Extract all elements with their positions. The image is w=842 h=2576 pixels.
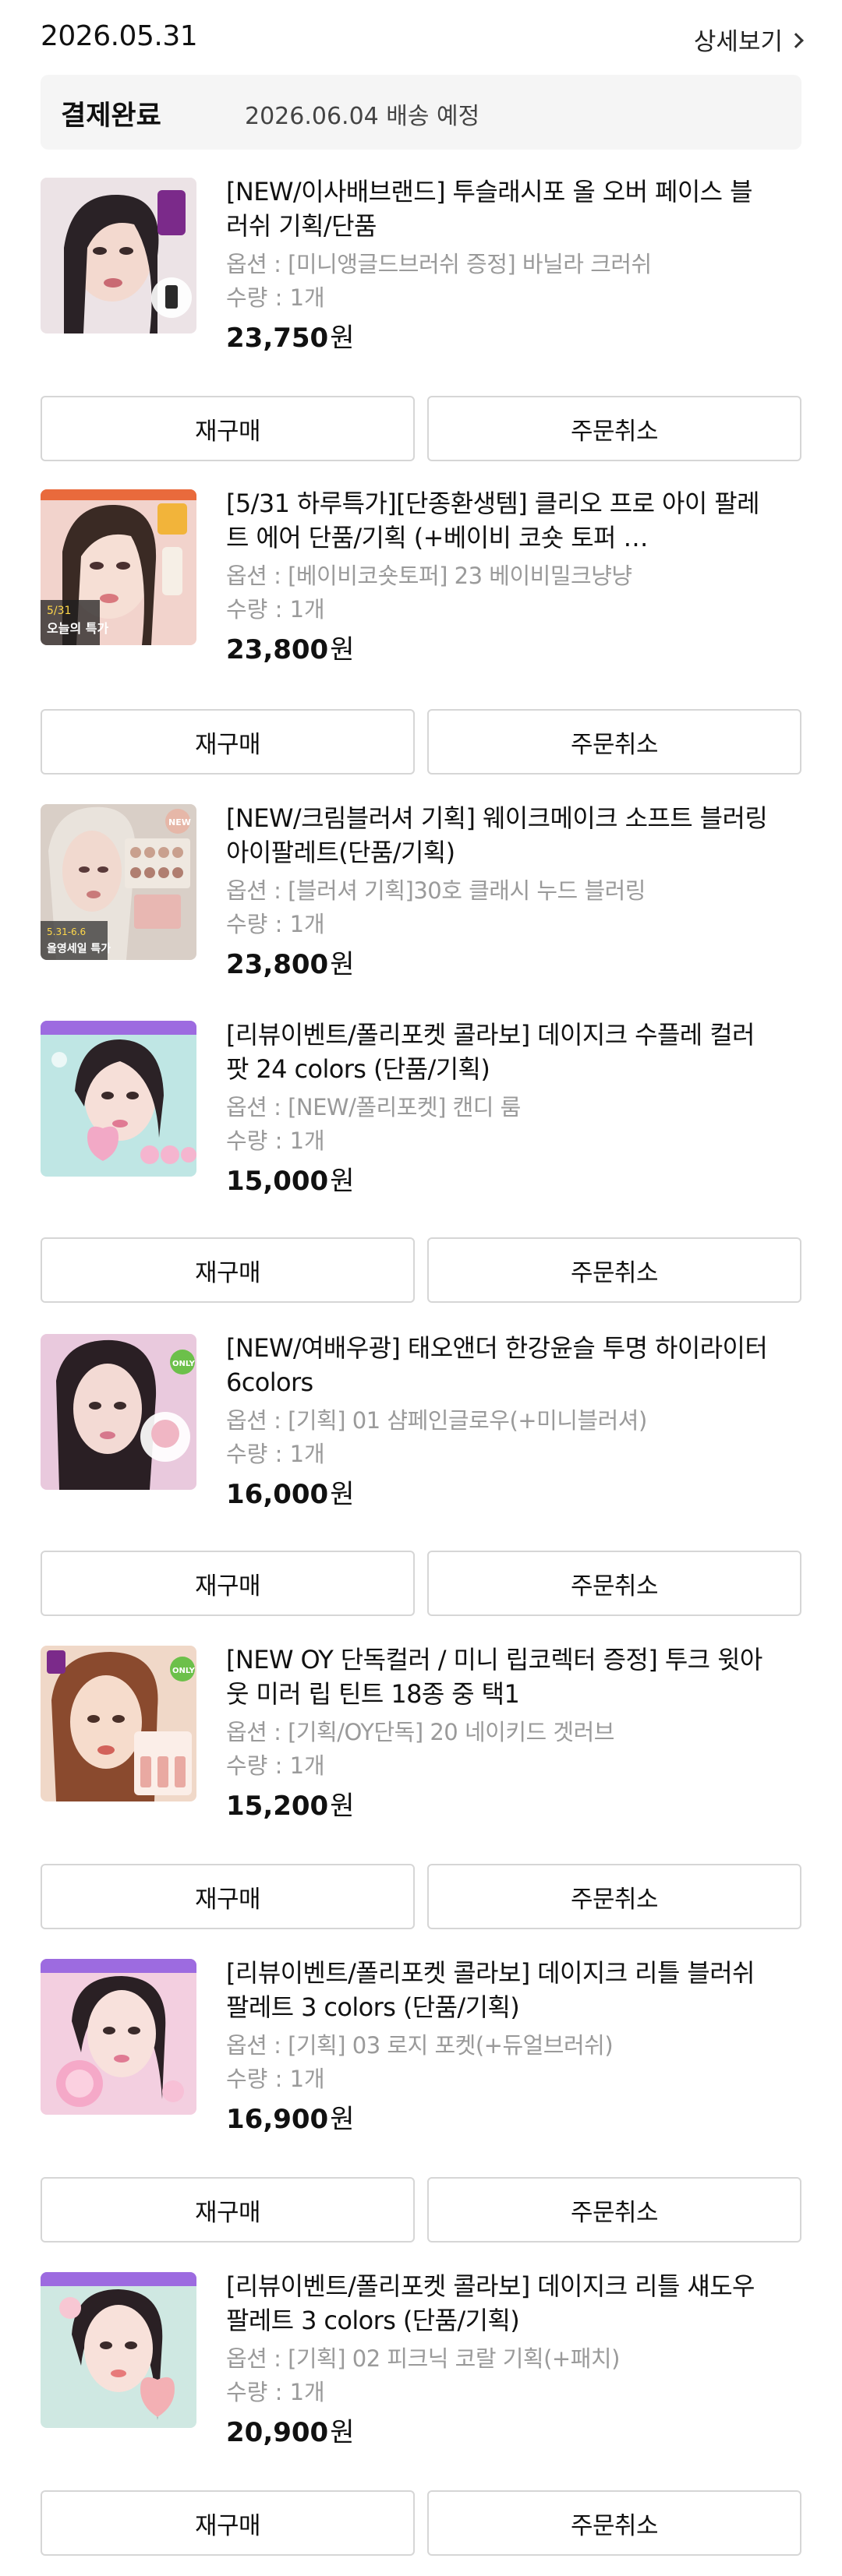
item-action-row: 재구매 주문취소 (41, 709, 801, 775)
product-title[interactable]: [NEW OY 단독컬러 / 미니 립코렉터 증정] 투크 윗아웃 미러 립 틴… (226, 1643, 772, 1711)
reorder-button[interactable]: 재구매 (41, 709, 415, 775)
thumb-badge-text: 오늘의 특가 (47, 621, 108, 636)
product-option: 옵션 : [베이비코숏토퍼] 23 베이비밀크냥냥 (226, 563, 632, 589)
product-price: 15,000원 (226, 1166, 355, 1197)
order-header: 2026.05.31 상세보기 (41, 16, 804, 59)
item-action-row: 재구매 주문취소 (41, 1864, 801, 1929)
cancel-order-button[interactable]: 주문취소 (427, 2177, 801, 2243)
product-thumbnail[interactable]: ONLY (41, 1334, 196, 1490)
product-quantity: 수량 : 1개 (226, 1752, 325, 1779)
product-image-face-icon: 5/31 오늘의 특가 (41, 489, 196, 645)
product-image-face-icon: ONLY (41, 1334, 196, 1490)
order-detail-link[interactable]: 상세보기 (693, 22, 804, 57)
product-option: 옵션 : [기획/OY단독] 20 네이키드 겟러브 (226, 1719, 614, 1745)
product-quantity: 수량 : 1개 (226, 284, 325, 311)
product-thumbnail[interactable] (41, 1021, 196, 1177)
cancel-order-button[interactable]: 주문취소 (427, 2490, 801, 2556)
item-action-row: 재구매 주문취소 (41, 1551, 801, 1616)
product-title[interactable]: [5/31 하루특가][단종환생템] 클리오 프로 아이 팔레트 에어 단품/기… (226, 486, 772, 555)
cancel-order-button[interactable]: 주문취소 (427, 1551, 801, 1616)
thumb-badge-date: 5/31 (47, 605, 71, 617)
reorder-button[interactable]: 재구매 (41, 396, 415, 461)
item-action-row: 재구매 주문취소 (41, 1237, 801, 1303)
product-quantity: 수량 : 1개 (226, 1127, 325, 1154)
product-option: 옵션 : [기획] 03 로지 포켓(+듀얼브러쉬) (226, 2032, 614, 2059)
product-thumbnail[interactable]: ONLY (41, 1646, 196, 1801)
order-detail-label: 상세보기 (693, 28, 783, 56)
product-thumbnail[interactable] (41, 1959, 196, 2115)
order-date: 2026.05.31 (41, 20, 198, 52)
order-status-bar: 결제완료 2026.06.04 배송 예정 (41, 75, 801, 150)
product-title[interactable]: [NEW/크림블러셔 기획] 웨이크메이크 소프트 블러링 아이팔레트(단품/기… (226, 801, 772, 870)
product-title[interactable]: [NEW/이사배브랜드] 투슬래시포 올 오버 페이스 블러쉬 기획/단품 (226, 175, 772, 243)
reorder-button[interactable]: 재구매 (41, 1237, 415, 1303)
cancel-order-button[interactable]: 주문취소 (427, 1237, 801, 1303)
product-quantity: 수량 : 1개 (226, 1441, 325, 1467)
product-quantity: 수량 : 1개 (226, 2066, 325, 2092)
thumb-badge-text: 올영세일 특가 (47, 942, 111, 955)
product-quantity: 수량 : 1개 (226, 911, 325, 937)
product-title[interactable]: [리뷰이벤트/폴리포켓 콜라보] 데이지크 수플레 컬러 팟 24 colors… (226, 1018, 772, 1086)
product-price: 23,800원 (226, 949, 355, 980)
product-image-face-icon: NEW 5.31-6.6 올영세일 특가 (41, 804, 196, 960)
product-price: 15,200원 (226, 1791, 355, 1822)
thumb-badge-new: NEW (168, 817, 191, 827)
product-price: 20,900원 (226, 2417, 355, 2448)
product-option: 옵션 : [블러셔 기획]30호 클래시 누드 블러링 (226, 877, 646, 904)
product-image-face-icon: ONLY (41, 1646, 196, 1801)
item-action-row: 재구매 주문취소 (41, 2177, 801, 2243)
product-thumbnail[interactable] (41, 178, 196, 333)
thumb-badge-only: ONLY (172, 1360, 196, 1368)
product-price: 16,000원 (226, 1479, 355, 1510)
thumb-badge-date: 5.31-6.6 (47, 926, 86, 937)
product-image-face-icon (41, 1021, 196, 1177)
product-option: 옵션 : [미니앵글드브러쉬 증정] 바닐라 크러쉬 (226, 251, 652, 277)
product-image-face-icon (41, 178, 196, 333)
product-quantity: 수량 : 1개 (226, 2379, 325, 2405)
product-image-face-icon (41, 2272, 196, 2428)
cancel-order-button[interactable]: 주문취소 (427, 709, 801, 775)
product-thumbnail[interactable] (41, 2272, 196, 2428)
reorder-button[interactable]: 재구매 (41, 2490, 415, 2556)
product-price: 16,900원 (226, 2104, 355, 2135)
reorder-button[interactable]: 재구매 (41, 1864, 415, 1929)
cancel-order-button[interactable]: 주문취소 (427, 396, 801, 461)
reorder-button[interactable]: 재구매 (41, 2177, 415, 2243)
thumb-badge-only: ONLY (172, 1667, 196, 1675)
reorder-button[interactable]: 재구매 (41, 1551, 415, 1616)
product-title[interactable]: [리뷰이벤트/폴리포켓 콜라보] 데이지크 리틀 섀도우 팔레트 3 color… (226, 2269, 772, 2338)
product-option: 옵션 : [기획] 01 샴페인글로우(+미니블러셔) (226, 1407, 647, 1434)
product-title[interactable]: [리뷰이벤트/폴리포켓 콜라보] 데이지크 리틀 블러쉬 팔레트 3 color… (226, 1956, 772, 2024)
product-price: 23,750원 (226, 323, 355, 354)
product-thumbnail[interactable]: NEW 5.31-6.6 올영세일 특가 (41, 804, 196, 960)
cancel-order-button[interactable]: 주문취소 (427, 1864, 801, 1929)
item-action-row: 재구매 주문취소 (41, 2490, 801, 2556)
order-status: 결제완료 (61, 101, 161, 132)
product-option: 옵션 : [기획] 02 피크닉 코랄 기획(+패치) (226, 2345, 620, 2372)
product-image-face-icon (41, 1959, 196, 2115)
product-option: 옵션 : [NEW/폴리포켓] 캔디 룸 (226, 1094, 521, 1120)
chevron-right-icon (788, 32, 804, 48)
product-price: 23,800원 (226, 634, 355, 665)
product-quantity: 수량 : 1개 (226, 596, 325, 623)
item-action-row: 재구매 주문취소 (41, 396, 801, 461)
product-thumbnail[interactable]: 5/31 오늘의 특가 (41, 489, 196, 645)
product-title[interactable]: [NEW/여배우광] 태오앤더 한강윤슬 투명 하이라이터 6colors (226, 1331, 772, 1399)
delivery-estimate: 2026.06.04 배송 예정 (245, 103, 480, 130)
